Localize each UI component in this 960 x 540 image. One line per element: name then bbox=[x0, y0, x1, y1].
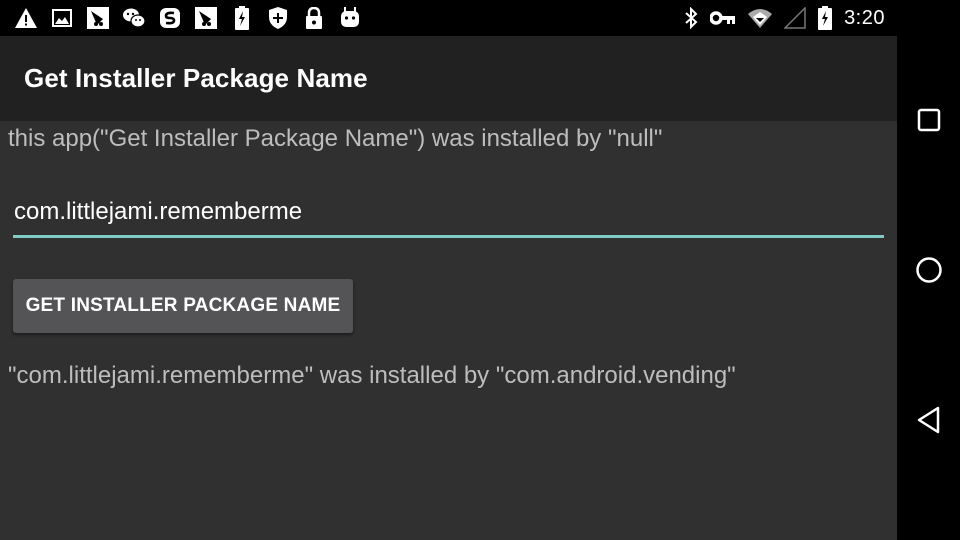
warning-icon bbox=[14, 6, 38, 30]
android-icon bbox=[338, 6, 362, 30]
vpn-key-icon bbox=[710, 6, 736, 30]
cell-signal-icon bbox=[784, 6, 806, 30]
clock: 3:20 bbox=[844, 6, 885, 29]
app-notification-icon-2 bbox=[194, 6, 218, 30]
square-icon bbox=[917, 108, 941, 132]
app-toolbar: Get Installer Package Name bbox=[0, 36, 897, 121]
wifi-icon bbox=[748, 6, 773, 30]
back-button[interactable] bbox=[911, 402, 947, 438]
self-installer-info-text: this app("Get Installer Package Name") w… bbox=[8, 125, 663, 152]
lock-icon bbox=[302, 6, 326, 30]
app-window: Get Installer Package Name this app("Get… bbox=[0, 36, 897, 540]
triangle-back-icon bbox=[917, 406, 940, 434]
sogou-icon bbox=[158, 6, 182, 30]
battery-charging-icon bbox=[818, 6, 833, 30]
home-button[interactable] bbox=[911, 252, 947, 288]
shield-plus-icon bbox=[266, 6, 290, 30]
get-installer-package-name-button[interactable]: GET INSTALLER PACKAGE NAME bbox=[13, 279, 353, 333]
system-status-icons: 3:20 bbox=[684, 6, 885, 30]
image-icon bbox=[50, 6, 74, 30]
app-notification-icon bbox=[86, 6, 110, 30]
wechat-icon bbox=[122, 6, 146, 30]
page-title: Get Installer Package Name bbox=[24, 63, 368, 93]
status-bar: 3:20 bbox=[0, 0, 960, 36]
navigation-bar bbox=[897, 36, 960, 540]
package-name-input[interactable] bbox=[13, 194, 884, 238]
circle-icon bbox=[916, 257, 942, 283]
notification-icons bbox=[14, 6, 374, 30]
result-text: "com.littlejami.rememberme" was installe… bbox=[8, 362, 736, 389]
battery-saver-icon bbox=[230, 6, 254, 30]
recents-button[interactable] bbox=[911, 102, 947, 138]
bluetooth-icon bbox=[684, 6, 698, 30]
